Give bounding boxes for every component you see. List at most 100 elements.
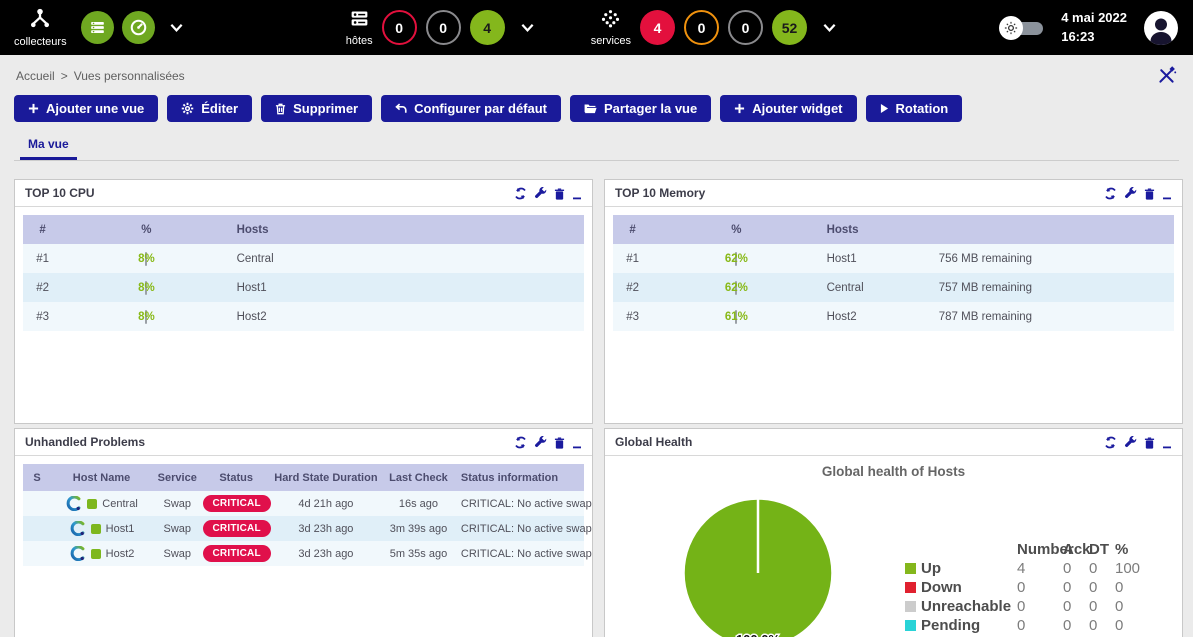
pollers-menu[interactable]: collecteurs xyxy=(14,7,67,48)
theme-toggle[interactable] xyxy=(999,16,1045,40)
configure-default-button[interactable]: Configurer par défaut xyxy=(381,95,561,122)
poller-statistics-button[interactable] xyxy=(122,11,155,44)
server-list-icon xyxy=(88,18,107,37)
breadcrumb-current-link[interactable]: Vues personnalisées xyxy=(74,69,185,83)
services-critical-badge[interactable]: 4 xyxy=(640,10,675,45)
hosts-unreachable-badge[interactable]: 0 xyxy=(426,10,461,45)
widget-actions xyxy=(514,436,582,449)
edit-mode-wand-button[interactable] xyxy=(1156,65,1177,86)
user-avatar[interactable] xyxy=(1143,10,1179,46)
trash-icon[interactable] xyxy=(1144,437,1155,449)
plus-icon xyxy=(734,103,745,114)
cpu-progress-bar: 8% xyxy=(145,281,147,295)
add-view-label: Ajouter une vue xyxy=(46,101,144,116)
trash-icon[interactable] xyxy=(554,437,565,449)
services-expand-chevron[interactable] xyxy=(822,23,837,33)
wrench-icon[interactable] xyxy=(534,436,547,449)
minimize-icon[interactable] xyxy=(1162,187,1172,200)
tab-ma-vue[interactable]: Ma vue xyxy=(20,132,77,160)
delete-view-button[interactable]: Supprimer xyxy=(261,95,372,122)
share-view-button[interactable]: Partager la vue xyxy=(570,95,711,122)
minimize-icon[interactable] xyxy=(1162,436,1172,449)
duration-cell: 3d 23h ago xyxy=(270,541,382,566)
problem-row[interactable]: Host1 Swap CRITICAL 3d 23h ago 3m 39s ag… xyxy=(23,516,584,541)
info-cell: CRITICAL: No active swap xyxy=(455,516,584,541)
col-s: S xyxy=(23,464,51,491)
col-rank: # xyxy=(23,215,62,244)
add-view-button[interactable]: Ajouter une vue xyxy=(14,95,158,122)
info-cell: CRITICAL: No active swap xyxy=(455,491,584,516)
trash-icon[interactable] xyxy=(554,188,565,200)
minimize-icon[interactable] xyxy=(572,436,582,449)
refresh-icon[interactable] xyxy=(1104,436,1117,449)
col-host-name: Host Name xyxy=(51,464,152,491)
problem-row[interactable]: Central Swap CRITICAL 4d 21h ago 16s ago… xyxy=(23,491,584,516)
refresh-icon[interactable] xyxy=(1104,187,1117,200)
refresh-icon[interactable] xyxy=(514,436,527,449)
wrench-icon[interactable] xyxy=(1124,436,1137,449)
services-warning-badge[interactable]: 0 xyxy=(684,10,719,45)
unreachable-color-swatch xyxy=(905,601,916,612)
services-unknown-badge[interactable]: 0 xyxy=(728,10,763,45)
hosts-menu[interactable]: hôtes xyxy=(346,8,373,47)
host-cell: Host2 xyxy=(231,302,584,331)
last-check-cell: 3m 39s ago xyxy=(382,516,455,541)
pending-color-swatch xyxy=(905,620,916,631)
services-menu[interactable]: services xyxy=(591,8,631,47)
hosts-up-badge[interactable]: 4 xyxy=(470,10,505,45)
edit-view-button[interactable]: Éditer xyxy=(167,95,252,122)
wrench-icon[interactable] xyxy=(534,187,547,200)
hosts-down-badge[interactable]: 0 xyxy=(382,10,417,45)
widget-global-health: Global Health Global health of Hosts 100… xyxy=(604,428,1183,637)
magic-wand-icon xyxy=(1156,65,1177,86)
add-widget-button[interactable]: Ajouter widget xyxy=(720,95,856,122)
poller-list-button[interactable] xyxy=(81,11,114,44)
legend-label: Unreachable xyxy=(921,598,1011,615)
problems-table: S Host Name Service Status Hard State Du… xyxy=(23,464,584,566)
remaining-cell: 787 MB remaining xyxy=(933,302,1174,331)
time-text: 16:23 xyxy=(1061,28,1127,47)
wrench-icon[interactable] xyxy=(1124,187,1137,200)
remaining-cell: 757 MB remaining xyxy=(933,273,1174,302)
centreon-logo-icon xyxy=(65,496,82,511)
col-hosts: Hosts xyxy=(231,215,584,244)
rotation-label: Rotation xyxy=(896,101,949,116)
problem-row[interactable]: Host2 Swap CRITICAL 3d 23h ago 5m 35s ag… xyxy=(23,541,584,566)
refresh-icon[interactable] xyxy=(514,187,527,200)
top-navigation-bar: collecteurs hôtes 0 0 4 serv xyxy=(0,0,1193,55)
service-cell: Swap xyxy=(152,491,202,516)
legend-header-row: Number Ack DT % xyxy=(905,540,1155,559)
hosts-expand-chevron[interactable] xyxy=(520,23,535,33)
rank-cell: #2 xyxy=(23,273,62,302)
pie-legend: Number Ack DT % Up 4 0 0 100 Down 0 0 0 xyxy=(905,540,1155,635)
up-color-swatch xyxy=(905,563,916,574)
status-badge: CRITICAL xyxy=(203,520,271,537)
host-cell: Host1 xyxy=(821,244,933,273)
breadcrumb-home-link[interactable]: Accueil xyxy=(16,69,55,83)
remaining-cell: 756 MB remaining xyxy=(933,244,1174,273)
configure-default-label: Configurer par défaut xyxy=(414,101,547,116)
minimize-icon[interactable] xyxy=(572,187,582,200)
user-icon xyxy=(1143,10,1179,46)
widgets-grid: TOP 10 CPU # % Hosts #1 8% Central xyxy=(14,179,1179,637)
col-remaining xyxy=(933,215,1174,244)
centreon-dashboard: { "topbar": { "pollers": { "label": "col… xyxy=(0,0,1193,637)
pollers-section: collecteurs xyxy=(14,7,184,48)
service-cell: Swap xyxy=(152,516,202,541)
trash-icon[interactable] xyxy=(1144,188,1155,200)
pollers-expand-chevron[interactable] xyxy=(169,23,184,33)
widget-top10-memory: TOP 10 Memory # % Hosts #1 62% Host1 xyxy=(604,179,1183,424)
widget-actions xyxy=(1104,187,1172,200)
widget-unhandled-problems: Unhandled Problems S Host Name Service S… xyxy=(14,428,593,637)
col-status-info: Status information xyxy=(455,464,584,491)
rotation-button[interactable]: Rotation xyxy=(866,95,963,122)
last-check-cell: 16s ago xyxy=(382,491,455,516)
memory-row: #1 62% Host1 756 MB remaining xyxy=(613,244,1174,273)
widget-top10-cpu: TOP 10 CPU # % Hosts #1 8% Central xyxy=(14,179,593,424)
hosts-status-section: hôtes 0 0 4 xyxy=(346,8,535,47)
cpu-row: #3 8% Host2 xyxy=(23,302,584,331)
services-status-section: services 4 0 0 52 xyxy=(591,8,837,47)
services-ok-badge[interactable]: 52 xyxy=(772,10,807,45)
legend-row-down: Down 0 0 0 0 xyxy=(905,578,1155,597)
play-icon xyxy=(880,103,889,114)
